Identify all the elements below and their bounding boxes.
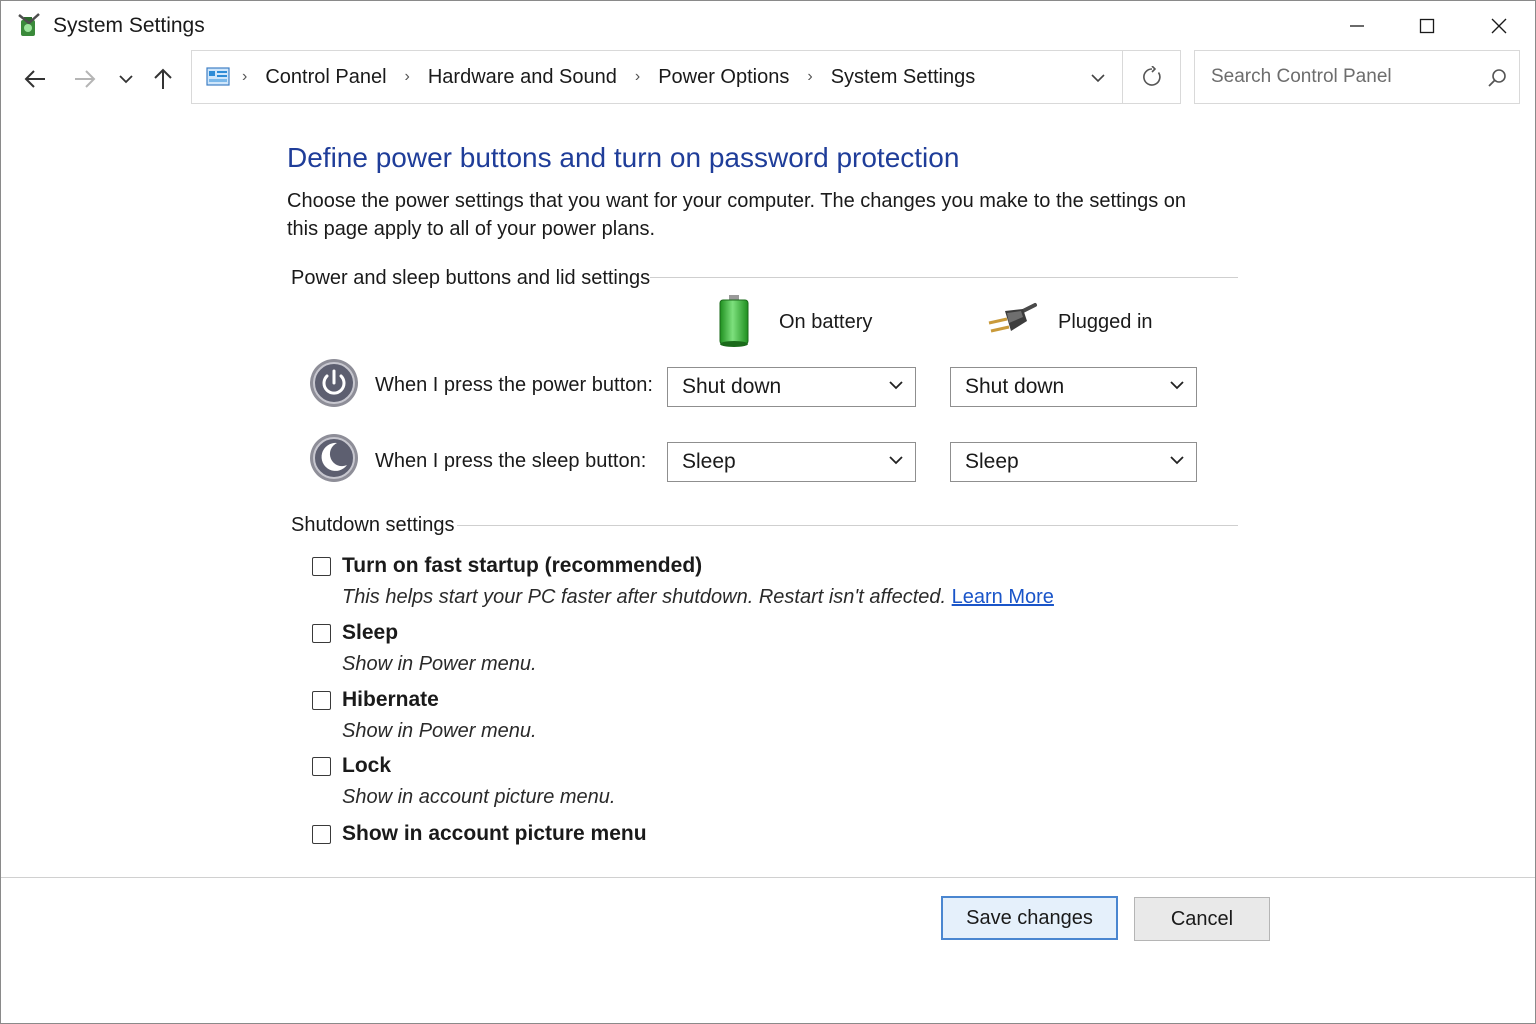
system-settings-window: System Settings › Control Panel › Hardwa… (0, 0, 1536, 1024)
power-button-label: When I press the power button: (375, 374, 653, 396)
power-button-plugged-in-select[interactable]: Shut down (950, 367, 1197, 407)
search-placeholder: Search Control Panel (1211, 66, 1392, 87)
search-icon (1488, 69, 1506, 87)
plugged-in-header: Plugged in (1058, 311, 1153, 333)
up-button[interactable] (145, 61, 181, 97)
power-options-app-icon (18, 13, 40, 36)
select-value: Shut down (965, 375, 1065, 398)
sleep-option-label: Sleep (342, 621, 399, 644)
footer-divider (1, 877, 1535, 878)
address-bar[interactable]: › Control Panel › Hardware and Sound › P… (191, 50, 1181, 104)
chevron-down-icon (1170, 456, 1184, 465)
fast-startup-label: Turn on fast startup (recommended) (342, 554, 703, 577)
breadcrumb-control-panel[interactable]: Control Panel (265, 66, 386, 89)
sleep-moon-icon (310, 434, 358, 482)
show-in-account-picture-menu-checkbox[interactable] (312, 825, 331, 844)
section-divider (457, 525, 1238, 526)
chevron-down-icon (1091, 74, 1105, 83)
lock-option-label: Lock (342, 754, 392, 777)
fast-startup-desc-text: This helps start your PC faster after sh… (342, 586, 947, 608)
sleep-button-plugged-in-select[interactable]: Sleep (950, 442, 1197, 482)
chevron-down-icon (889, 381, 903, 390)
hibernate-checkbox[interactable] (312, 691, 331, 710)
show-in-account-picture-menu-label: Show in account picture menu (342, 822, 647, 845)
chevron-down-icon (1170, 381, 1184, 390)
forward-button[interactable] (67, 61, 103, 97)
control-panel-icon (206, 67, 230, 86)
page-title: Define power buttons and turn on passwor… (287, 142, 960, 173)
forward-arrow-icon (75, 70, 96, 88)
hibernate-option-label: Hibernate (342, 688, 439, 711)
breadcrumb-separator-icon: › (634, 68, 641, 85)
breadcrumb-system-settings[interactable]: System Settings (831, 66, 976, 89)
sleep-option-description: Show in Power menu. (342, 653, 537, 675)
power-icon (310, 359, 358, 407)
power-button-on-battery-select[interactable]: Shut down (667, 367, 916, 407)
section-divider (638, 277, 1238, 278)
sleep-button-label: When I press the sleep button: (375, 450, 647, 472)
sleep-checkbox[interactable] (312, 624, 331, 643)
back-arrow-icon (24, 70, 45, 88)
fast-startup-checkbox[interactable] (312, 557, 331, 576)
chevron-down-icon (119, 75, 133, 84)
close-button[interactable] (1463, 1, 1535, 51)
battery-icon (719, 295, 749, 347)
minimize-button[interactable] (1321, 1, 1393, 51)
title-bar: System Settings (1, 1, 1535, 51)
breadcrumb-hardware-and-sound[interactable]: Hardware and Sound (428, 66, 617, 89)
up-arrow-icon (154, 68, 172, 89)
hibernate-option-description: Show in Power menu. (342, 720, 537, 742)
cancel-button[interactable]: Cancel (1134, 897, 1270, 941)
lock-checkbox[interactable] (312, 757, 331, 776)
fast-startup-description: This helps start your PC faster after sh… (342, 586, 1054, 609)
select-value: Sleep (682, 450, 736, 473)
breadcrumb-power-options[interactable]: Power Options (658, 66, 789, 89)
select-value: Sleep (965, 450, 1019, 473)
plug-icon (988, 303, 1037, 333)
close-icon (1491, 18, 1507, 34)
back-button[interactable] (17, 61, 53, 97)
breadcrumb-separator-icon: › (807, 68, 813, 85)
window-title: System Settings (53, 14, 205, 37)
refresh-button[interactable] (1132, 63, 1172, 91)
breadcrumb-separator-icon: › (404, 68, 410, 85)
shutdown-section-label: Shutdown settings (291, 514, 455, 537)
lock-option-description: Show in account picture menu. (342, 786, 616, 808)
search-input[interactable]: Search Control Panel (1194, 50, 1520, 104)
on-battery-header: On battery (779, 311, 873, 333)
page-description: Choose the power settings that you want … (287, 190, 1187, 240)
chevron-down-icon (889, 456, 903, 465)
save-changes-button[interactable]: Save changes (941, 896, 1118, 940)
select-value: Shut down (682, 375, 782, 398)
address-divider (1122, 51, 1123, 103)
power-section-label: Power and sleep buttons and lid settings (291, 267, 651, 290)
learn-more-link[interactable]: Learn More (952, 586, 1054, 608)
maximize-button[interactable] (1391, 1, 1463, 51)
maximize-icon (1419, 18, 1435, 34)
sleep-button-on-battery-select[interactable]: Sleep (667, 442, 916, 482)
refresh-icon (1143, 66, 1161, 86)
recent-locations-button[interactable] (108, 61, 144, 97)
minimize-icon (1350, 25, 1364, 27)
breadcrumb-separator-icon: › (242, 68, 248, 85)
address-history-dropdown[interactable] (1086, 67, 1110, 89)
breadcrumb: › Control Panel › Hardware and Sound › P… (242, 51, 975, 103)
